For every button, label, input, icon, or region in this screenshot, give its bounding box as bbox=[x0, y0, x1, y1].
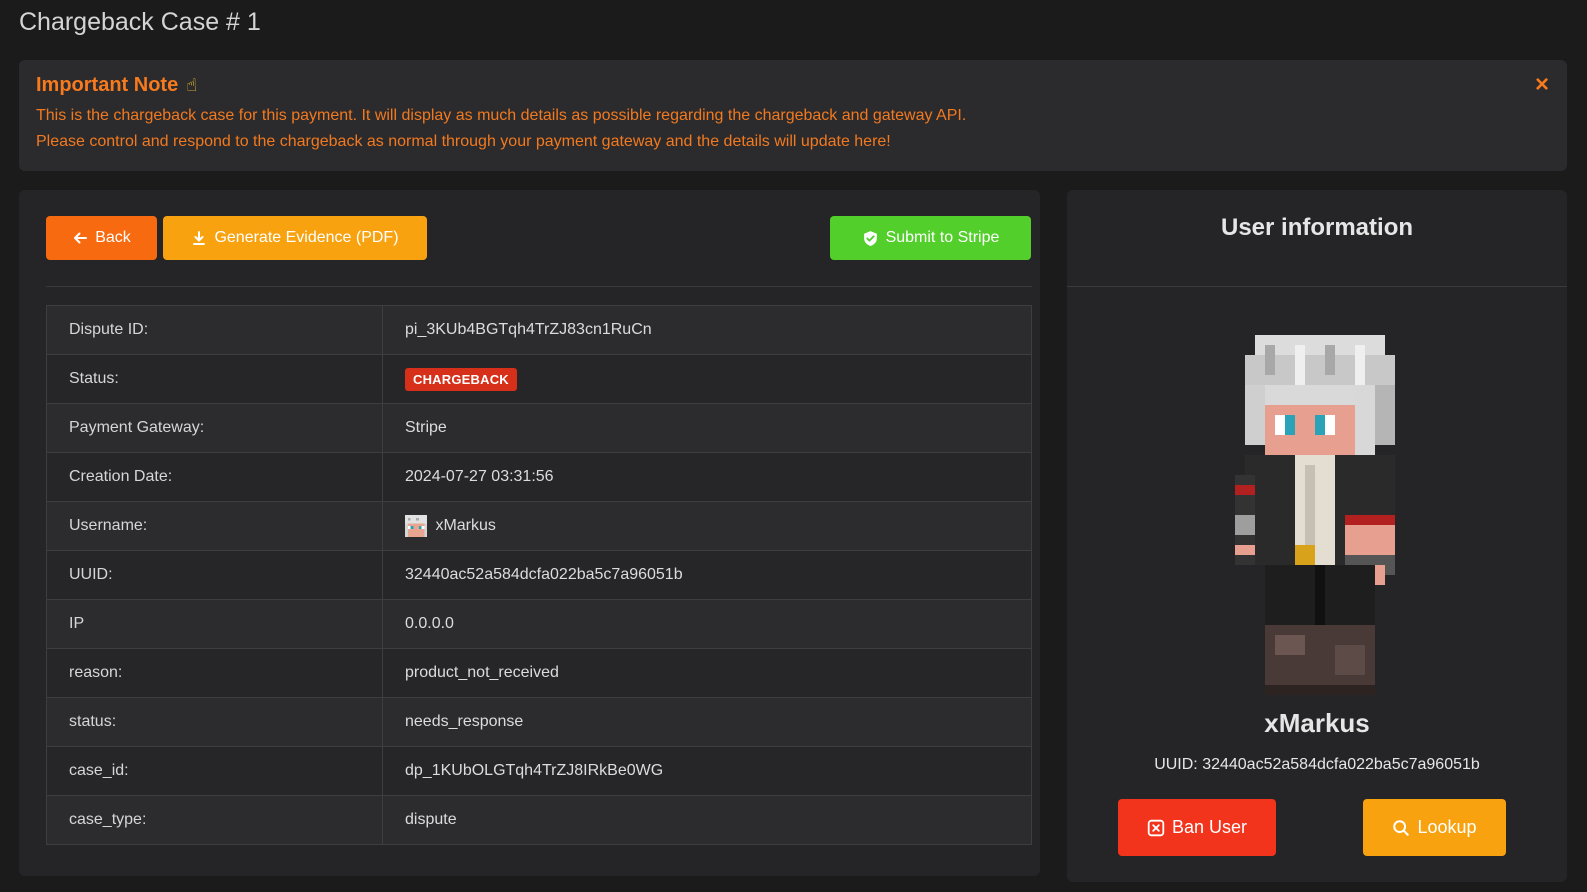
table-row: Status: CHARGEBACK bbox=[46, 354, 1032, 404]
alert-text-line-1: This is the chargeback case for this pay… bbox=[36, 107, 967, 124]
table-row: Creation Date: 2024-07-27 03:31:56 bbox=[46, 452, 1032, 502]
table-row: status: needs_response bbox=[46, 697, 1032, 747]
username-value: xMarkus bbox=[435, 517, 496, 535]
user-information-heading: User information bbox=[1220, 214, 1414, 241]
submit-to-stripe-button[interactable]: Submit to Stripe bbox=[830, 216, 1031, 260]
creation-date-value: 2024-07-27 03:31:56 bbox=[382, 452, 1032, 502]
alert-text-line-2: Please control and respond to the charge… bbox=[36, 133, 891, 150]
user-information-card: User information xMarkus UUID: 32440ac52… bbox=[1067, 190, 1567, 882]
divider bbox=[46, 286, 1032, 287]
divider bbox=[1067, 286, 1567, 287]
row-label: reason: bbox=[46, 648, 383, 698]
payment-gateway-value: Stripe bbox=[382, 403, 1032, 453]
row-value: xMarkus bbox=[382, 501, 1032, 551]
lookup-label: Lookup bbox=[1417, 817, 1477, 837]
table-row: Dispute ID: pi_3KUb4BGTqh4TrZJ83cn1RuCn bbox=[46, 305, 1032, 355]
download-icon bbox=[193, 231, 206, 245]
ip-value: 0.0.0.0 bbox=[382, 599, 1032, 649]
status-badge: CHARGEBACK bbox=[405, 367, 517, 391]
page-title: Chargeback Case # 1 bbox=[19, 8, 261, 36]
shield-check-icon bbox=[863, 230, 877, 246]
chargeback-details-card: Back Generate Evidence (PDF) Submit to S… bbox=[19, 190, 1040, 876]
row-label: Status: bbox=[46, 354, 383, 404]
dispute-status-value: needs_response bbox=[382, 697, 1032, 747]
dispute-details-table: Dispute ID: pi_3KUb4BGTqh4TrZJ83cn1RuCn … bbox=[46, 305, 1032, 845]
ban-user-label: Ban User bbox=[1171, 817, 1248, 837]
row-label: status: bbox=[46, 697, 383, 747]
row-label: Creation Date: bbox=[46, 452, 383, 502]
table-row: case_id: dp_1KUbOLGTqh4TrZJ8IRkBe0WG bbox=[46, 746, 1032, 796]
table-row: IP 0.0.0.0 bbox=[46, 599, 1032, 649]
uuid-value: 32440ac52a584dcfa022ba5c7a96051b bbox=[382, 550, 1032, 600]
row-label: IP bbox=[46, 599, 383, 649]
row-label: case_type: bbox=[46, 795, 383, 845]
row-label: Username: bbox=[46, 501, 383, 551]
row-value: CHARGEBACK bbox=[382, 354, 1032, 404]
important-note-alert: Important Note ☝ This is the chargeback … bbox=[19, 60, 1567, 171]
close-icon[interactable]: × bbox=[1531, 73, 1553, 97]
user-uuid: UUID: 32440ac52a584dcfa022ba5c7a96051b bbox=[1154, 756, 1480, 773]
row-label: Dispute ID: bbox=[46, 305, 383, 355]
table-row: case_type: dispute bbox=[46, 795, 1032, 845]
back-button-label: Back bbox=[95, 229, 131, 246]
avatar bbox=[405, 515, 427, 537]
row-label: Payment Gateway: bbox=[46, 403, 383, 453]
arrow-left-icon bbox=[74, 232, 88, 244]
submit-to-stripe-label: Submit to Stripe bbox=[885, 229, 1000, 246]
player-skin-render bbox=[1235, 335, 1395, 695]
ban-user-button[interactable]: Ban User bbox=[1118, 799, 1276, 856]
generate-evidence-label: Generate Evidence (PDF) bbox=[214, 229, 399, 246]
table-row: UUID: 32440ac52a584dcfa022ba5c7a96051b bbox=[46, 550, 1032, 600]
table-row: Payment Gateway: Stripe bbox=[46, 403, 1032, 453]
user-name: xMarkus bbox=[1264, 708, 1370, 738]
row-label: UUID: bbox=[46, 550, 383, 600]
x-square-icon bbox=[1147, 819, 1165, 836]
case-type-value: dispute bbox=[382, 795, 1032, 845]
case-id-value: dp_1KUbOLGTqh4TrZJ8IRkBe0WG bbox=[382, 746, 1032, 796]
reason-value: product_not_received bbox=[382, 648, 1032, 698]
table-row: Username: xMarkus bbox=[46, 501, 1032, 551]
generate-evidence-button[interactable]: Generate Evidence (PDF) bbox=[163, 216, 427, 260]
row-label: case_id: bbox=[46, 746, 383, 796]
table-row: reason: product_not_received bbox=[46, 648, 1032, 698]
dispute-id-value: pi_3KUb4BGTqh4TrZJ83cn1RuCn bbox=[382, 305, 1032, 355]
back-button[interactable]: Back bbox=[46, 216, 157, 260]
lookup-button[interactable]: Lookup bbox=[1363, 799, 1506, 856]
alert-title-row: Important Note ☝ bbox=[36, 74, 1550, 97]
alert-title: Important Note bbox=[36, 74, 179, 96]
pointing-hand-icon: ☝ bbox=[186, 75, 198, 95]
search-icon bbox=[1393, 819, 1410, 836]
